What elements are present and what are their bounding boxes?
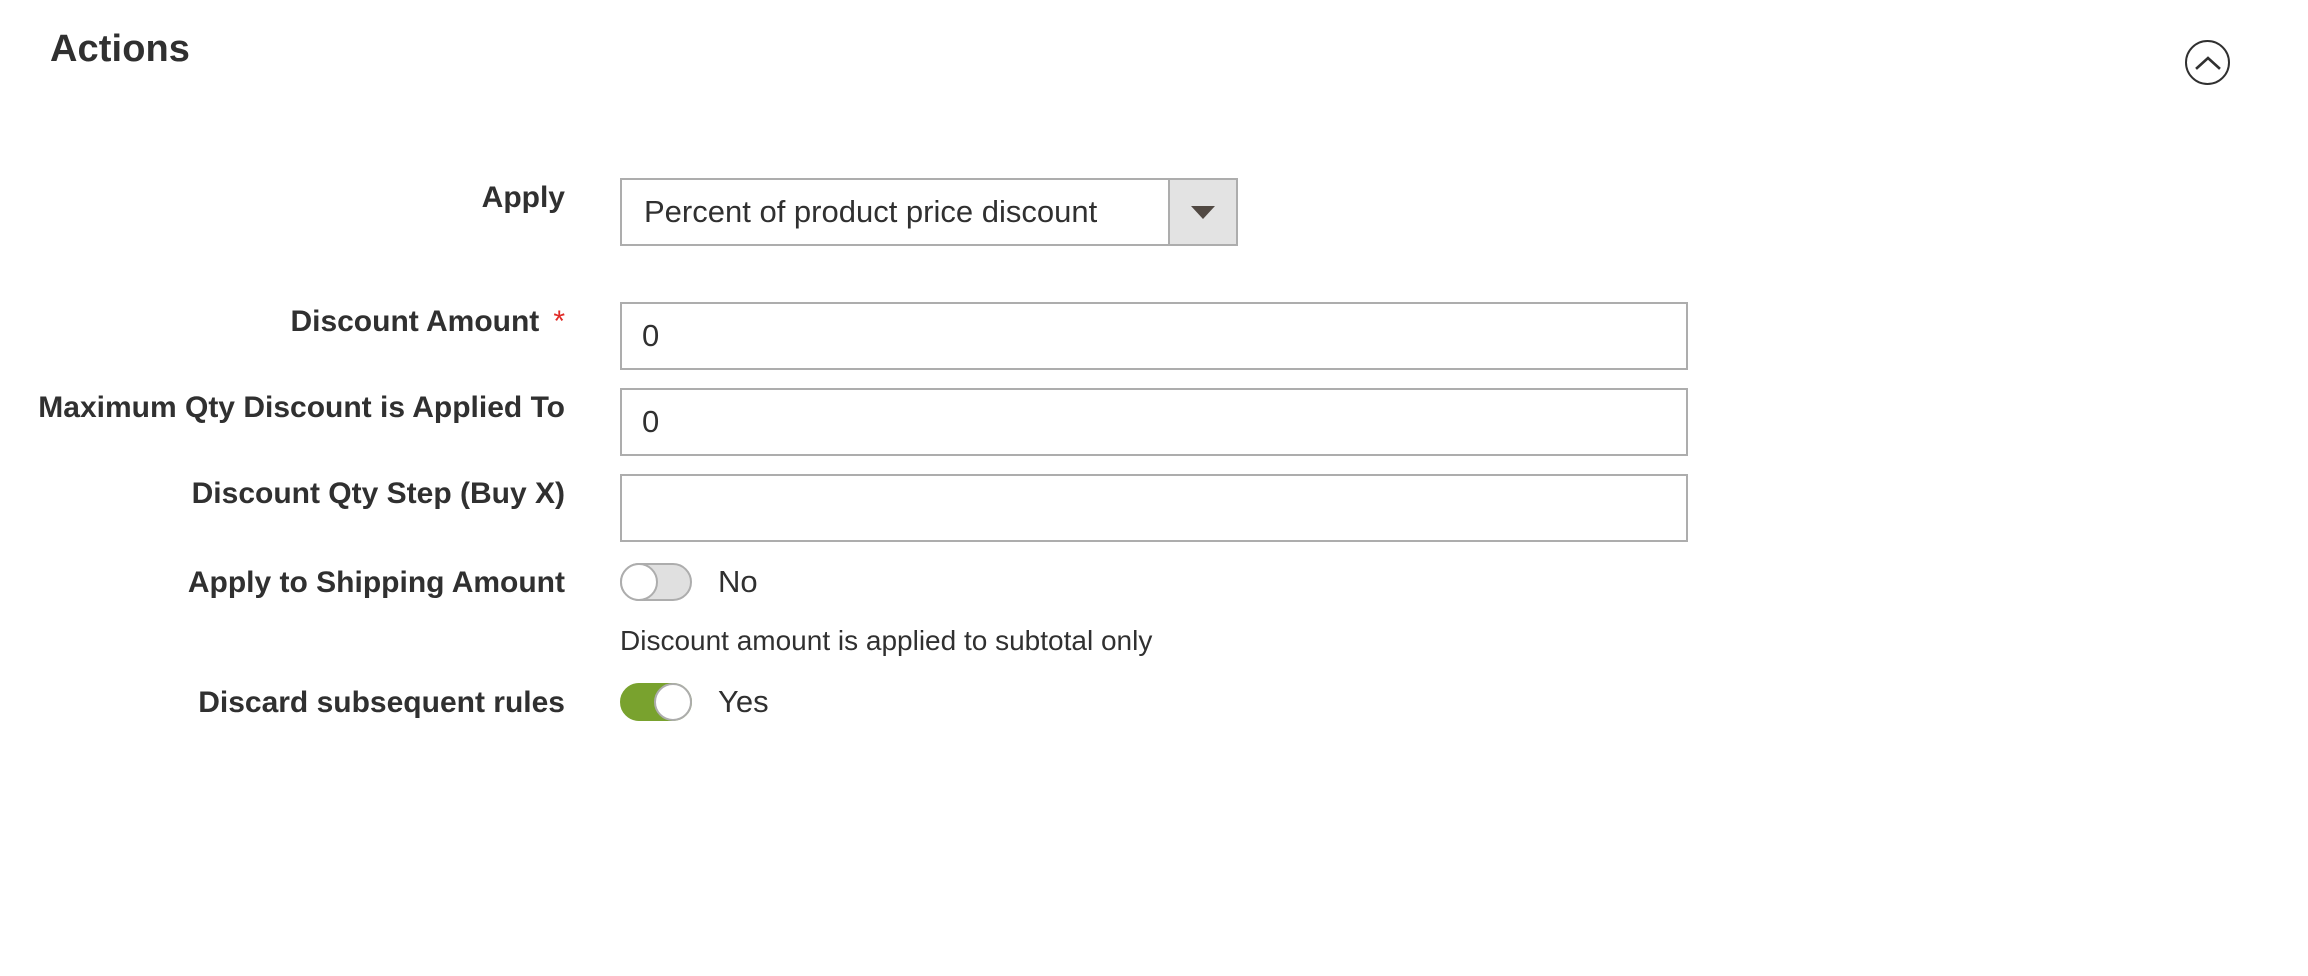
field-apply: Percent of product price discount [620,178,1238,246]
label-apply-to-shipping: Apply to Shipping Amount [0,563,565,603]
discount-amount-input[interactable] [620,302,1688,370]
discount-qty-step-input[interactable] [620,474,1688,542]
label-maximum-qty-text: Maximum Qty Discount is Applied To [38,391,565,424]
toggle-knob-icon [654,683,692,721]
discard-subsequent-rules-toggle-group: Yes [620,683,769,721]
caret-down-icon [1191,206,1215,219]
form-row-apply-to-shipping: Apply to Shipping Amount No Discount amo… [0,563,2308,659]
discard-subsequent-rules-toggle[interactable] [620,683,692,721]
required-asterisk: * [553,302,565,342]
field-apply-to-shipping: No Discount amount is applied to subtota… [620,563,1152,659]
label-apply: Apply [0,178,565,218]
page-title: Actions [50,26,190,72]
label-apply-text: Apply [482,181,565,214]
label-discard-subsequent-rules-text: Discard subsequent rules [198,686,565,719]
apply-to-shipping-note: Discount amount is applied to subtotal o… [620,623,1152,659]
label-maximum-qty: Maximum Qty Discount is Applied To [0,388,565,428]
label-apply-to-shipping-text: Apply to Shipping Amount [188,566,565,599]
actions-section-page: Actions Apply Percent of product price d… [0,0,2308,976]
label-discard-subsequent-rules: Discard subsequent rules [0,683,565,723]
apply-select-arrow-button[interactable] [1168,180,1236,244]
apply-to-shipping-toggle[interactable] [620,563,692,601]
label-discount-qty-step-text: Discount Qty Step (Buy X) [192,477,565,510]
field-discard-subsequent-rules: Yes [620,683,769,721]
apply-to-shipping-toggle-group: No [620,563,1152,601]
label-discount-amount: Discount Amount * [0,302,565,342]
form-row-maximum-qty: Maximum Qty Discount is Applied To [0,388,2308,456]
form-row-discard-subsequent-rules: Discard subsequent rules Yes [0,683,2308,723]
apply-to-shipping-toggle-state: No [718,563,758,601]
field-discount-qty-step [620,474,1688,542]
apply-select-value: Percent of product price discount [622,180,1168,244]
chevron-up-icon [2195,55,2221,71]
field-maximum-qty [620,388,1688,456]
apply-select[interactable]: Percent of product price discount [620,178,1238,246]
discard-subsequent-rules-toggle-state: Yes [718,683,769,721]
collapse-section-button[interactable] [2185,40,2230,85]
section-header: Actions [0,0,2308,104]
form-row-discount-qty-step: Discount Qty Step (Buy X) [0,474,2308,542]
form-row-discount-amount: Discount Amount * [0,302,2308,370]
label-discount-qty-step: Discount Qty Step (Buy X) [0,474,565,514]
label-discount-amount-text: Discount Amount [290,305,539,338]
field-discount-amount [620,302,1688,370]
toggle-knob-icon [620,563,658,601]
form-row-apply: Apply Percent of product price discount [0,178,2308,246]
maximum-qty-input[interactable] [620,388,1688,456]
